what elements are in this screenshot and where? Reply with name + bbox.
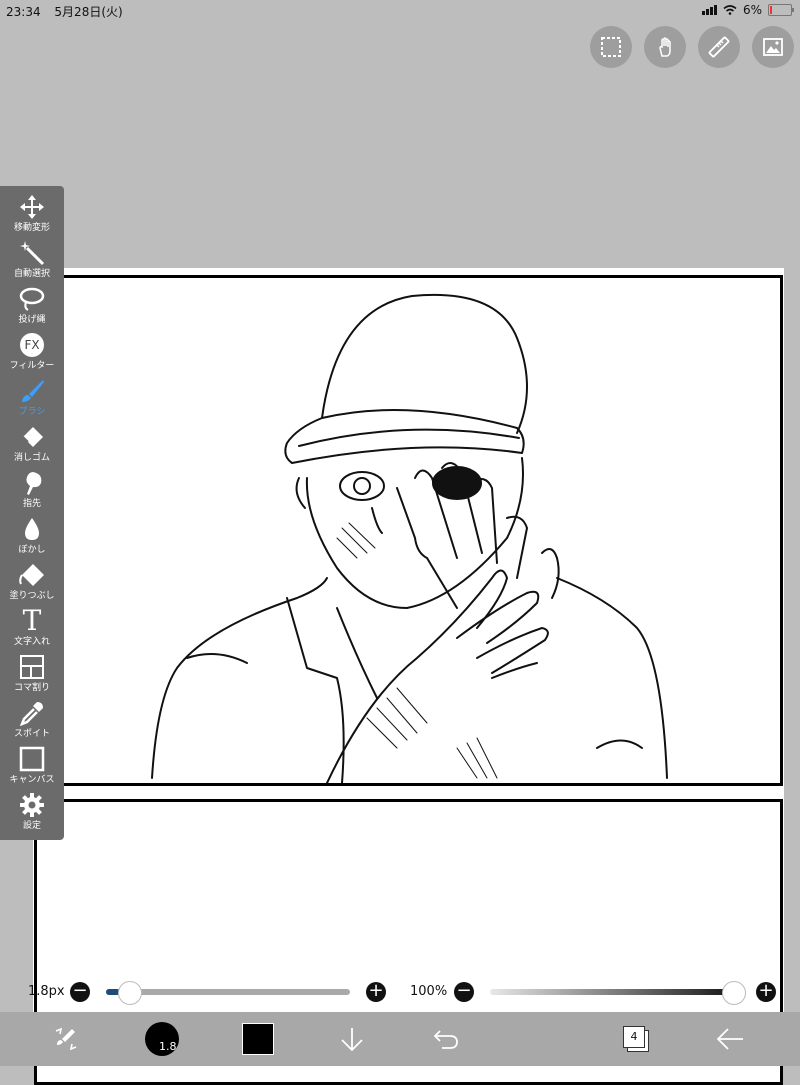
undo-button[interactable] [424,1012,468,1066]
magic-wand-icon [20,241,45,266]
tool-magic-wand[interactable]: 自動選択 [0,238,64,284]
character-line-art [151,293,668,784]
brush-preview-circle: 1.8 [145,1022,179,1056]
status-bar: 23:34 5月28日(火) 6% [0,0,800,20]
eyedropper-icon [19,702,43,726]
text-icon: T [22,604,42,637]
ruler-icon [708,36,730,58]
tool-label: 文字入れ [13,637,50,647]
opacity-slider[interactable] [490,989,740,995]
brush-size-decrease-button[interactable]: − [70,982,90,1002]
image-icon [763,38,783,56]
tool-label: 設定 [22,821,41,831]
tool-lasso[interactable]: 投げ縄 [0,284,64,330]
battery-percent: 6% [742,3,762,17]
frame-divider-icon [20,655,44,679]
tool-label: ぼかし [18,545,46,555]
material-button[interactable] [752,26,794,68]
opacity-decrease-button[interactable]: − [454,982,474,1002]
tool-label: 投げ縄 [18,315,46,325]
lasso-icon [19,287,45,311]
back-button[interactable] [708,1012,752,1066]
tool-frame-divider[interactable]: コマ割り [0,652,64,698]
tool-brush[interactable]: ブラシ [0,376,64,422]
tool-smudge[interactable]: 指先 [0,468,64,514]
move-icon [20,195,44,219]
tool-filter[interactable]: FX フィルター [0,330,64,376]
comic-panel-top[interactable] [34,275,783,786]
ruler-button[interactable] [698,26,740,68]
touch-gesture-button[interactable] [644,26,686,68]
drawing-canvas[interactable] [33,268,784,1085]
tool-label: ブラシ [18,407,46,417]
brush-swap-icon [55,1027,77,1051]
top-action-buttons [590,26,794,68]
tool-label: キャンバス [9,775,55,785]
tool-eyedropper[interactable]: スポイト [0,698,64,744]
tool-eraser[interactable]: 消しゴム [0,422,64,468]
brush-size-value: 1.8 [159,1040,177,1053]
brush-size-handle[interactable] [118,981,142,1005]
canvas-icon [19,746,45,772]
layers-icon: 4 [623,1026,649,1052]
brush-size-label: 1.8px [28,984,65,999]
brush-select-button[interactable] [44,1012,88,1066]
blur-drop-icon [25,518,39,540]
tool-canvas[interactable]: キャンバス [0,744,64,790]
brush-size-slider[interactable] [106,989,350,995]
tool-text[interactable]: T 文字入れ [0,606,64,652]
layer-move-down-button[interactable] [330,1012,374,1066]
tool-label: フィルター [9,361,55,371]
touch-icon [659,37,671,57]
opacity-label: 100% [410,984,448,999]
smudge-icon [26,472,42,495]
battery-icon [768,4,794,16]
brush-icon [22,380,44,402]
opacity-increase-button[interactable]: + [756,982,776,1002]
current-color-swatch [242,1023,274,1055]
arrow-left-icon [716,1028,743,1050]
tool-label: 自動選択 [13,269,50,279]
tool-label: スポイト [13,729,50,739]
tool-palette: 移動変形 自動選択 投げ縄 FX フィルター ブラシ 消しゴム 指先 ぼかし 塗… [0,186,64,840]
status-date: 5月28日(火) [54,5,123,19]
layers-button[interactable]: 4 [614,1012,658,1066]
brush-size-increase-button[interactable]: + [366,982,386,1002]
tool-move[interactable]: 移動変形 [0,192,64,238]
eraser-icon [22,427,43,447]
brush-size-indicator[interactable]: 1.8 [140,1012,184,1066]
opacity-handle[interactable] [722,981,746,1005]
selection-button[interactable] [590,26,632,68]
tool-blur[interactable]: ぼかし [0,514,64,560]
fill-bucket-icon [19,564,44,586]
fx-icon: FX [20,333,44,357]
arrow-down-icon [341,1028,363,1052]
brush-sliders: 1.8px − + 100% − + [0,978,800,1006]
gear-icon [20,793,44,817]
layer-count: 4 [623,1026,645,1048]
tool-settings[interactable]: 設定 [0,790,64,836]
status-time: 23:34 [6,5,41,19]
bottom-toolbar: 1.8 4 [0,1012,800,1066]
tool-fill[interactable]: 塗りつぶし [0,560,64,606]
wifi-icon [723,5,737,15]
tool-label: 指先 [22,499,41,509]
tool-label: 消しゴム [13,453,50,463]
tool-label: コマ割り [13,683,50,693]
selection-icon [601,37,621,57]
tool-label: 移動変形 [13,223,50,233]
tool-label: 塗りつぶし [9,591,55,601]
color-picker-button[interactable] [236,1012,280,1066]
cellular-signal-icon [701,5,717,15]
undo-icon [433,1030,458,1049]
